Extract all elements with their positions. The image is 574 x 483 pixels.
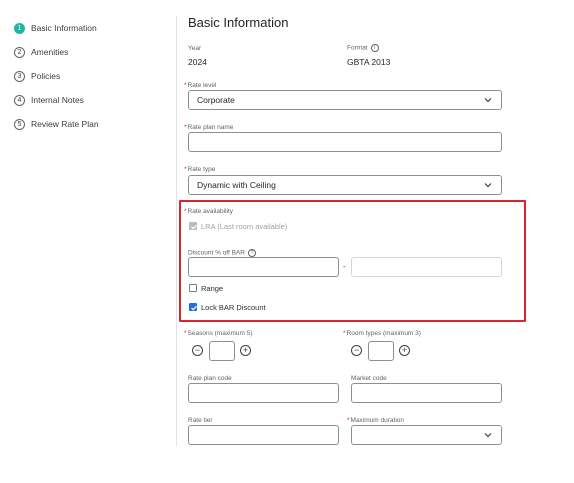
rate-tier-label: Rate tier [188,417,213,424]
rate-level-label-group: *Rate level [184,82,216,89]
lock-bar-label: Lock BAR Discount [201,303,266,312]
check-icon [191,224,197,230]
rate-type-label: Rate type [187,166,216,173]
room-types-input[interactable] [368,341,394,361]
rate-plan-name-label-group: *Rate plan name [184,124,233,131]
step-policies[interactable]: 3 Policies [14,64,164,88]
step-amenities[interactable]: 2 Amenities [14,40,164,64]
rate-availability-label-group: *Rate availability [184,208,233,215]
step-label: Amenities [31,47,69,57]
required-marker: * [184,330,187,337]
seasons-label-group: *Seasons (maximum 5) [184,330,253,337]
lock-bar-checkbox[interactable] [189,303,197,311]
format-label-group: Format i [347,44,379,52]
year-value: 2024 [188,57,207,67]
discount-max-input [351,257,502,277]
range-separator: - [343,262,346,271]
seasons-label: Seasons (maximum 5) [187,330,253,337]
step-number: 1 [14,22,25,34]
rate-availability-label: Rate availability [187,208,234,215]
rate-level-value: Corporate [197,95,235,105]
room-types-decrement-button[interactable]: − [351,345,362,356]
lra-label: LRA (Last room available) [201,222,288,231]
step-number: 2 [14,46,25,58]
step-label: Review Rate Plan [31,119,99,129]
required-marker: * [343,330,346,337]
seasons-increment-button[interactable]: + [240,345,251,356]
rate-plan-code-input[interactable] [188,383,339,403]
step-basic-information[interactable]: 1 Basic Information [14,16,164,40]
required-marker: * [347,417,350,424]
stepper-nav: 1 Basic Information 2 Amenities 3 Polici… [14,16,164,136]
rate-tier-input[interactable] [188,425,339,445]
rate-plan-code-label: Rate plan code [188,375,232,382]
step-internal-notes[interactable]: 4 Internal Notes [14,88,164,112]
discount-label-group: Discount % off BAR? [188,249,256,257]
room-types-increment-button[interactable]: + [399,345,410,356]
rate-level-label: Rate level [187,82,217,89]
page-title: Basic Information [188,15,289,30]
maximum-duration-select[interactable] [351,425,502,445]
format-value: GBTA 2013 [347,57,391,67]
rate-plan-name-label: Rate plan name [187,124,234,131]
sidebar-divider [176,16,177,446]
seasons-decrement-button[interactable]: − [192,345,203,356]
range-label: Range [201,284,224,293]
check-icon [191,305,197,311]
step-number: 3 [14,70,25,82]
seasons-input[interactable] [209,341,235,361]
step-label: Policies [31,71,61,81]
discount-min-input[interactable] [188,257,339,277]
step-review-rate-plan[interactable]: 5 Review Rate Plan [14,112,164,136]
market-code-label: Market code [351,375,387,382]
step-number: 4 [14,94,25,106]
maximum-duration-label: Maximum duration [350,417,404,424]
info-icon[interactable]: i [370,44,379,52]
rate-plan-name-input[interactable] [188,132,502,152]
required-marker: * [184,166,187,173]
step-label: Internal Notes [31,95,84,105]
year-label: Year [188,45,202,52]
format-label: Format [347,44,368,52]
maximum-duration-label-group: *Maximum duration [347,417,404,424]
market-code-input[interactable] [351,383,502,403]
discount-label: Discount % off BAR [188,249,245,257]
step-number: 5 [14,118,25,130]
chevron-down-icon [484,183,492,188]
room-types-label-group: *Room types (maximum 3) [343,330,421,337]
step-label: Basic Information [31,23,97,33]
required-marker: * [184,82,187,89]
rate-level-select[interactable]: Corporate [188,90,502,110]
rate-type-value: Dynamic with Ceiling [197,180,276,190]
range-checkbox[interactable] [189,284,197,292]
chevron-down-icon [484,433,492,438]
chevron-down-icon [484,98,492,103]
required-marker: * [184,208,187,215]
rate-type-select[interactable]: Dynamic with Ceiling [188,175,502,195]
help-icon[interactable]: ? [247,249,256,257]
lra-checkbox [189,222,197,230]
rate-type-label-group: *Rate type [184,166,215,173]
room-types-label: Room types (maximum 3) [346,330,421,337]
required-marker: * [184,124,187,131]
